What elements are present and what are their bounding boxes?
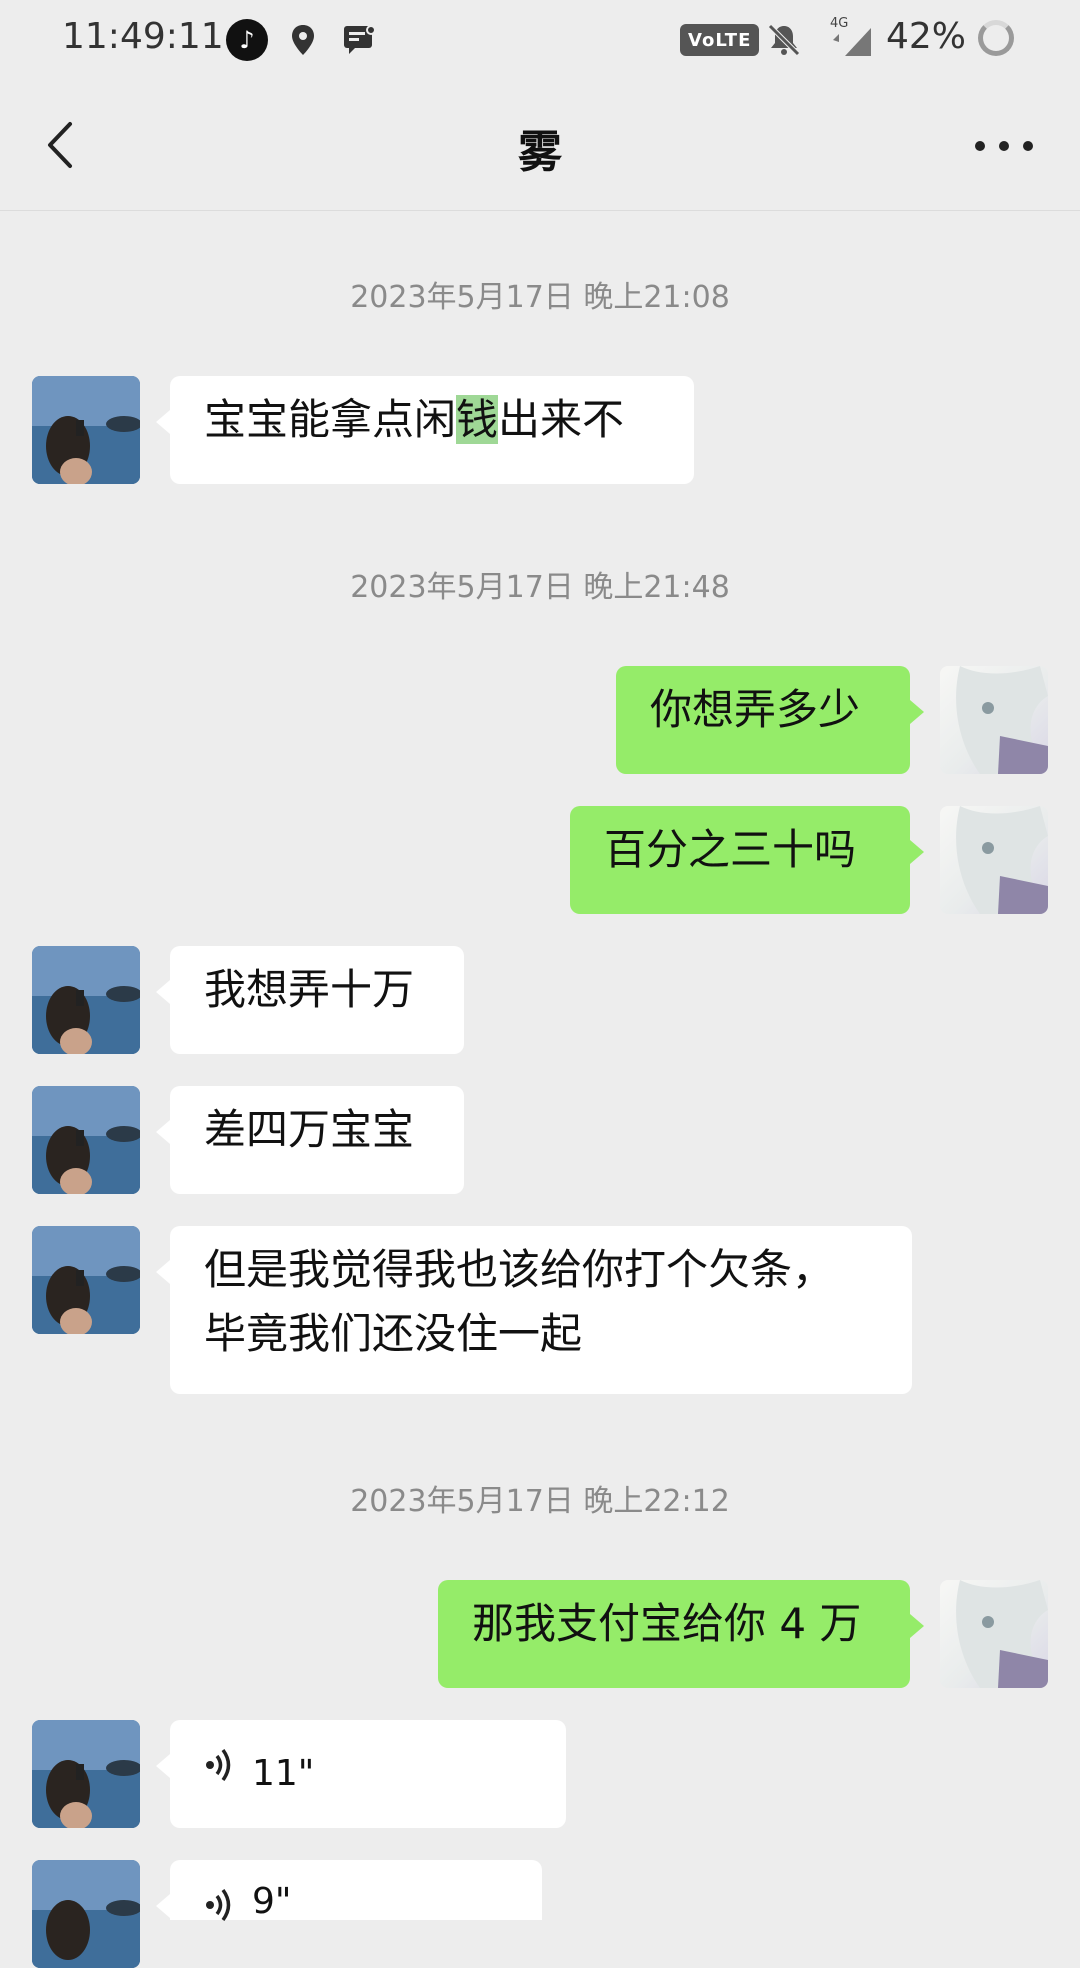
battery-icon [978,20,1014,56]
contact-avatar[interactable] [32,1860,140,1968]
contact-avatar[interactable] [32,1226,140,1334]
message-text: 出来不 [498,395,625,444]
incoming-message-bubble[interactable]: 差四万宝宝 [156,1086,464,1194]
message-text: 宝宝能拿点闲 [204,395,457,444]
my-avatar[interactable] [940,1580,1048,1688]
message-text: 百分之三十吗 [604,825,857,874]
timestamp: 2023年5月17日 晚上21:08 [350,280,730,315]
outgoing-message-bubble[interactable]: 百分之三十吗 [570,806,924,914]
timestamp: 2023年5月17日 晚上22:12 [350,1484,730,1519]
contact-avatar[interactable] [32,946,140,1054]
location-icon [286,20,320,60]
voice-message-bubble[interactable]: 11" [156,1720,566,1828]
incoming-message-bubble[interactable]: 宝宝能拿点闲钱出来不 [156,376,694,484]
voice-duration: 9" [252,1881,292,1922]
message-notification-icon [340,20,380,60]
message-text: 你想弄多少 [650,685,861,734]
incoming-message-bubble[interactable]: 但是我觉得我也该给你打个欠条， 毕竟我们还没住一起 [156,1226,912,1394]
chat-header: 雾 [0,80,1080,211]
battery-percent: 42% [886,16,967,57]
outgoing-message-bubble[interactable]: 那我支付宝给你 4 万 [438,1580,924,1688]
voice-wave-icon [204,1882,234,1946]
status-bar: 11:49:11 ♪ VoLTE 4G 42% [0,0,1080,80]
chat-title: 雾 [518,127,562,178]
voice-wave-icon [204,1742,234,1806]
mute-bell-icon [762,20,806,60]
message-text: 我想弄十万 [204,965,415,1014]
volte-badge: VoLTE [680,24,760,56]
contact-avatar[interactable] [32,1086,140,1194]
message-text: 差四万宝宝 [204,1105,415,1154]
more-options-icon[interactable] [974,124,1048,168]
outgoing-message-bubble[interactable]: 你想弄多少 [616,666,924,774]
message-text: 那我支付宝给你 4 万 [472,1599,862,1648]
tiktok-icon: ♪ [226,19,268,61]
contact-avatar[interactable] [32,376,140,484]
status-time: 11:49:11 [62,16,224,57]
contact-avatar[interactable] [32,1720,140,1828]
voice-message-bubble[interactable]: 9" [156,1860,542,1922]
message-text-line: 毕竟我们还没住一起 [204,1309,583,1358]
network-type: 4G [830,16,849,31]
voice-duration: 11" [252,1753,315,1794]
my-avatar[interactable] [940,806,1048,914]
signal-icon: 4G [826,16,876,60]
highlighted-text: 钱 [456,395,499,444]
message-text-line: 但是我觉得我也该给你打个欠条， [204,1245,835,1294]
my-avatar[interactable] [940,666,1048,774]
incoming-message-bubble[interactable]: 我想弄十万 [156,946,464,1054]
timestamp: 2023年5月17日 晚上21:48 [350,570,730,605]
